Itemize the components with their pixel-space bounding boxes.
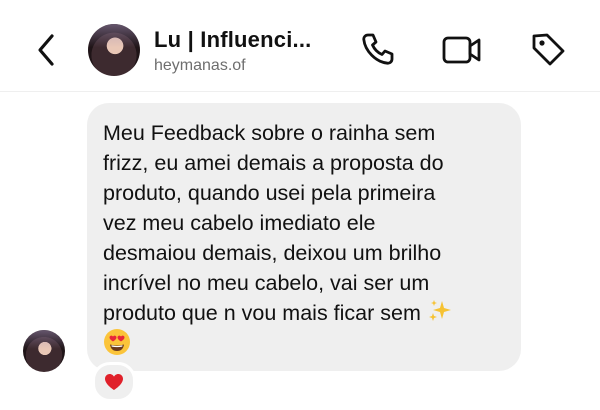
contact-avatar[interactable] [88, 24, 140, 76]
message-line: frizz, eu amei demais a proposta do [103, 151, 444, 175]
tag-icon [532, 33, 565, 66]
phone-icon [362, 33, 394, 65]
message-line: desmaiou demais, deixou um brilho [103, 241, 442, 265]
message-line: incrível no meu cabelo, vai ser um [103, 271, 430, 295]
back-button[interactable] [30, 30, 64, 70]
voice-call-button[interactable] [358, 29, 398, 69]
message-text: Meu Feedback sobre o rainha sem frizz, e… [103, 118, 515, 360]
back-chevron-icon [38, 34, 54, 66]
sparkles-icon [428, 300, 451, 321]
chat-header: Lu | Influenci... heymanas.of [0, 0, 600, 92]
tag-button[interactable] [528, 29, 568, 69]
contact-name[interactable]: Lu | Influenci... [154, 27, 311, 53]
message-line: produto, quando usei pela primeira [103, 181, 436, 205]
video-call-button[interactable] [440, 30, 481, 70]
message-line: vez meu cabelo imediato ele [103, 211, 376, 235]
heart-eyes-emoji-icon [104, 329, 130, 355]
message-line: Meu Feedback sobre o rainha sem [103, 121, 436, 145]
heart-reaction[interactable] [92, 362, 136, 402]
video-camera-icon [442, 36, 481, 64]
contact-username[interactable]: heymanas.of [154, 57, 246, 75]
sender-avatar[interactable] [23, 330, 65, 372]
message-line: produto que n vou mais ficar sem [103, 301, 421, 325]
red-heart-icon [105, 374, 123, 390]
